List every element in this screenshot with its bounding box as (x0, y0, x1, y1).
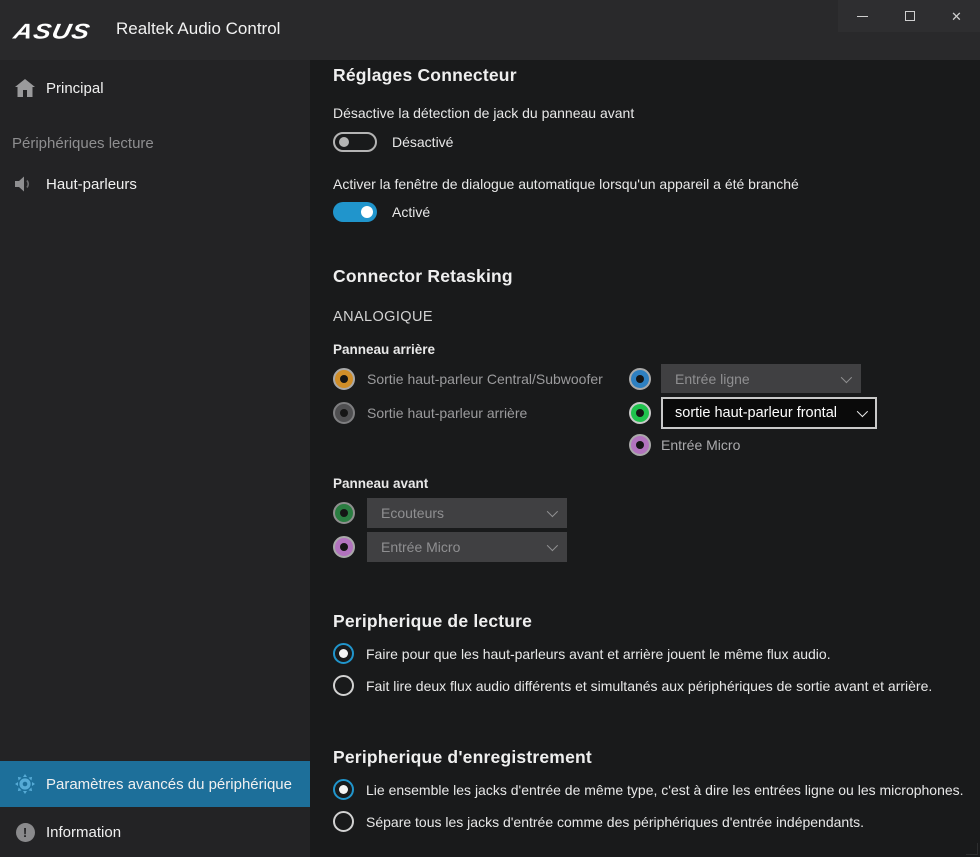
jack-label: Sortie haut-parleur Central/Subwoofer (367, 371, 603, 387)
subsection-analog: ANALOGIQUE (333, 309, 433, 325)
radio-label: Sépare tous les jacks d'entrée comme des… (366, 814, 864, 830)
sidebar-item-label: Information (46, 824, 121, 841)
close-icon: ✕ (951, 10, 962, 23)
maximize-button[interactable] (886, 0, 933, 32)
radio-unselected-icon (333, 675, 354, 696)
radio-label: Lie ensemble les jacks d'entrée de même … (366, 782, 964, 798)
speaker-icon (14, 176, 36, 192)
rear-jack-row-2: Sortie haut-parleur arrière sortie haut-… (333, 397, 877, 429)
app-title: Realtek Audio Control (116, 19, 280, 39)
maximize-icon (905, 11, 915, 21)
close-button[interactable]: ✕ (933, 0, 980, 32)
jack-icon-darkgreen (333, 502, 355, 524)
rear-fixed-jack-1: Sortie haut-parleur Central/Subwoofer (333, 368, 629, 390)
window-controls: ✕ (839, 0, 980, 32)
playback-option-same-stream[interactable]: Faire pour que les haut-parleurs avant e… (333, 643, 831, 664)
section-title-playback-device: Peripherique de lecture (333, 611, 532, 632)
titlebar: ASUS Realtek Audio Control ✕ (0, 0, 980, 60)
radio-selected-icon (333, 643, 354, 664)
section-title-recording-device: Peripherique d'enregistrement (333, 747, 592, 768)
sidebar: Principal Périphériques lecture Haut-par… (0, 60, 310, 857)
recording-option-tie-jacks[interactable]: Lie ensemble les jacks d'entrée de même … (333, 779, 964, 800)
radio-label: Faire pour que les haut-parleurs avant e… (366, 646, 831, 662)
app-window: ASUS Realtek Audio Control ✕ Principal P… (0, 0, 980, 857)
select-value: Entrée ligne (675, 371, 750, 387)
sidebar-item-information[interactable]: ! Information (0, 809, 310, 855)
chevron-down-icon (857, 406, 868, 417)
select-value: sortie haut-parleur frontal (675, 405, 837, 421)
headphones-select[interactable]: Ecouteurs (367, 498, 567, 528)
info-icon: ! (14, 823, 36, 842)
sidebar-section-playback-devices: Périphériques lecture (12, 135, 154, 152)
front-jack-row-1: Ecouteurs (333, 498, 567, 528)
sidebar-item-label: Paramètres avancés du périphérique (46, 776, 292, 793)
chevron-down-icon (841, 371, 852, 382)
section-title-connector-settings: Réglages Connecteur (333, 65, 517, 86)
chevron-down-icon (547, 506, 558, 517)
front-mic-select[interactable]: Entrée Micro (367, 532, 567, 562)
radio-selected-icon (333, 779, 354, 800)
radio-label: Fait lire deux flux audio différents et … (366, 678, 932, 694)
toggle-state-label: Désactivé (392, 134, 453, 150)
sidebar-item-speakers[interactable]: Haut-parleurs (0, 164, 310, 204)
front-jack-row-2: Entrée Micro (333, 532, 567, 562)
jack-icon-purple (629, 434, 651, 456)
front-jack-detection-toggle[interactable] (333, 132, 377, 152)
section-title-connector-retasking: Connector Retasking (333, 266, 513, 287)
front-speaker-out-select[interactable]: sortie haut-parleur frontal (661, 397, 877, 429)
jack-label: Sortie haut-parleur arrière (367, 405, 527, 421)
gear-icon (14, 774, 36, 794)
toggle-state-label: Activé (392, 204, 430, 220)
radio-unselected-icon (333, 811, 354, 832)
minimize-button[interactable] (839, 0, 886, 32)
sidebar-item-advanced-device-settings[interactable]: Paramètres avancés du périphérique (0, 761, 310, 807)
playback-option-different-streams[interactable]: Fait lire deux flux audio différents et … (333, 675, 932, 696)
rear-jack-row-1: Sortie haut-parleur Central/Subwoofer En… (333, 364, 861, 393)
minimize-icon (857, 16, 868, 17)
sidebar-item-label: Haut-parleurs (46, 176, 137, 193)
asus-logo: ASUS (11, 19, 93, 44)
jack-icon-green (629, 402, 651, 424)
toggle-row-auto-popup-dialog: Activé (333, 202, 430, 222)
auto-popup-dialog-toggle[interactable] (333, 202, 377, 222)
select-value: Entrée Micro (381, 539, 460, 555)
toggle-knob (361, 206, 373, 218)
front-panel-label: Panneau avant (333, 476, 428, 491)
mic-in-label: Entrée Micro (661, 437, 740, 453)
jack-icon-purple (333, 536, 355, 558)
jack-icon-orange (333, 368, 355, 390)
toggle-label-auto-popup-dialog: Activer la fenêtre de dialogue automatiq… (333, 176, 799, 192)
home-icon (14, 79, 36, 97)
resize-grip[interactable] (966, 843, 978, 855)
toggle-label-front-jack-detection: Désactive la détection de jack du pannea… (333, 105, 634, 121)
jack-icon-blue (629, 368, 651, 390)
rear-panel-label: Panneau arrière (333, 342, 435, 357)
toggle-row-front-jack-detection: Désactivé (333, 132, 453, 152)
select-value: Ecouteurs (381, 505, 444, 521)
sidebar-item-label: Principal (46, 80, 104, 97)
main-content: Réglages Connecteur Désactive la détecti… (310, 60, 980, 857)
line-in-select[interactable]: Entrée ligne (661, 364, 861, 393)
rear-fixed-jack-2: Sortie haut-parleur arrière (333, 402, 629, 424)
chevron-down-icon (547, 540, 558, 551)
rear-jack-row-3: Entrée Micro (333, 434, 740, 456)
recording-option-separate-jacks[interactable]: Sépare tous les jacks d'entrée comme des… (333, 811, 864, 832)
toggle-knob (339, 137, 349, 147)
sidebar-item-principal[interactable]: Principal (0, 68, 310, 108)
jack-icon-gray (333, 402, 355, 424)
